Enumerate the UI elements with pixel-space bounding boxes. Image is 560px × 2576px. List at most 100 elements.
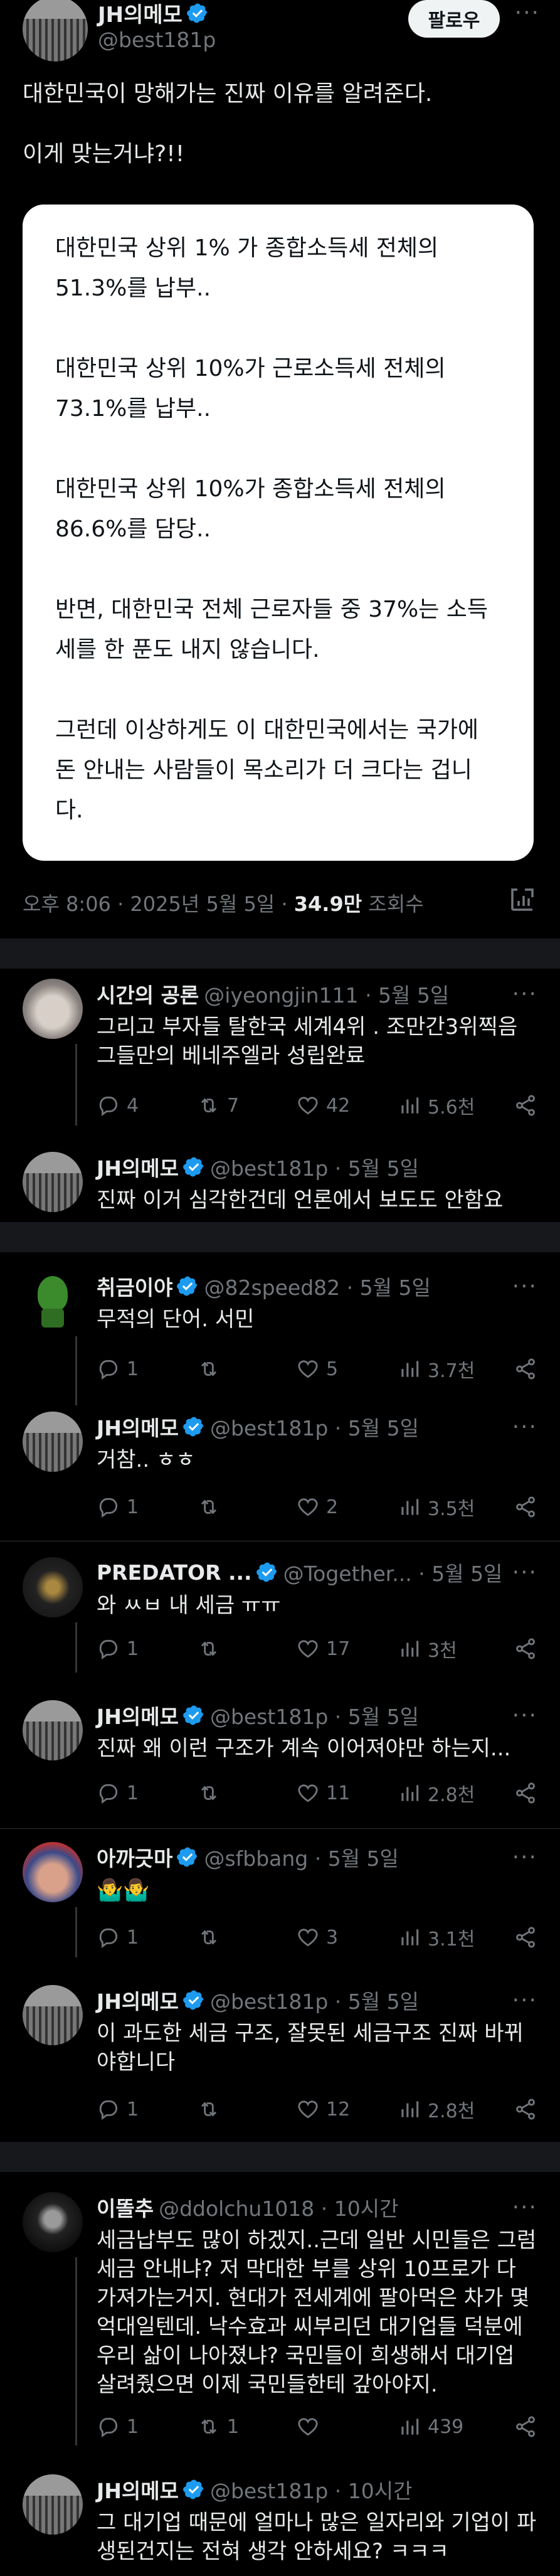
author-name[interactable]: JH의메모: [98, 0, 182, 28]
share-button[interactable]: [514, 1637, 537, 1661]
reply-item[interactable]: JH의메모 @best181p · 5월 5일 ··· 진짜 왜 이런 구조가 …: [23, 1700, 537, 1826]
reply-item[interactable]: JH의메모 @best181p · 5월 5일 ··· 이 과도한 세금 구조,…: [23, 1985, 537, 2136]
reply-author-name[interactable]: 이똘추: [97, 2192, 154, 2222]
more-dots-icon[interactable]: ···: [512, 1988, 537, 2013]
reply-body: JH의메모 @best181p · 10시간 그 대기업 때문에 얼마나 많은 …: [97, 2474, 537, 2566]
reply-author-name[interactable]: 취금이야: [97, 1271, 172, 1301]
share-button[interactable]: [514, 1357, 537, 1381]
heart-icon: [298, 1097, 318, 1115]
avatar[interactable]: [23, 2474, 83, 2535]
reply-body: JH의메모 @best181p · 5월 5일 진짜 이거 심각한건데 언론에서…: [97, 1152, 537, 1215]
avatar[interactable]: [23, 1985, 83, 2045]
avatar[interactable]: [23, 0, 88, 61]
share-button[interactable]: [514, 1925, 537, 1949]
main-post-header: JH의메모 @best181p 팔로우 ···: [23, 0, 540, 61]
reply-item[interactable]: JH의메모 @best181p · 10시간 그 대기업 때문에 얼마나 많은 …: [23, 2474, 537, 2575]
reply-author-name[interactable]: JH의메모: [97, 1700, 179, 1730]
avatar[interactable]: [23, 1842, 83, 1902]
quote-card: 대한민국 상위 1% 가 종합소득세 전체의 51.3%를 납부.. 대한민국 …: [23, 205, 534, 861]
reply-author-name[interactable]: 아까긋마: [97, 1842, 172, 1872]
reply-author-name[interactable]: 시간의 공론: [97, 979, 199, 1009]
retweet-button[interactable]: [197, 1925, 221, 1949]
retweet-button[interactable]: [197, 2097, 221, 2121]
like-button[interactable]: 42: [296, 1094, 350, 1117]
share-button[interactable]: [514, 2415, 537, 2439]
like-button[interactable]: 2: [296, 1495, 338, 1519]
reply-item[interactable]: 취금이야 @82speed82 · 5월 5일 ··· 무적의 단어. 서민 1…: [23, 1271, 537, 1405]
reply-item[interactable]: 이똘추 @ddolchu1018 · 10시간 ··· 세금납부도 많이 하겠지…: [23, 2192, 537, 2456]
retweet-button[interactable]: 7: [197, 1094, 239, 1117]
views-button[interactable]: 5.6천: [398, 1092, 475, 1119]
retweet-button[interactable]: [197, 1637, 221, 1661]
reply-button[interactable]: 4: [97, 1094, 139, 1117]
reply-button[interactable]: 1: [97, 1495, 139, 1519]
views-button[interactable]: 3.5천: [398, 1493, 475, 1521]
retweet-button[interactable]: [197, 1357, 221, 1381]
card-paragraph: 그런데 이상하게도 이 대한민국에서는 국가에 돈 안내는 사람들이 목소리가 …: [55, 717, 479, 823]
avatar[interactable]: [23, 1412, 83, 1472]
reply-count: 1: [127, 1637, 139, 1660]
reply-bubble-icon: [99, 2100, 118, 2121]
reply-item[interactable]: JH의메모 @best181p · 5월 5일 ··· 거참.. ㅎㅎ 1 2 …: [23, 1412, 537, 1537]
retweet-button[interactable]: [197, 1495, 221, 1519]
reply-button[interactable]: 1: [97, 1357, 139, 1381]
views-button[interactable]: 2.8천: [398, 1779, 475, 1807]
view-count: 3.1천: [428, 1929, 475, 1951]
reply-item[interactable]: 시간의 공론 @iyeongjin111 · 5월 5일 ··· 그리고 부자들…: [23, 979, 537, 1129]
reply-author-name[interactable]: JH의메모: [97, 2474, 179, 2504]
verified-badge-icon: [183, 1990, 204, 2010]
reply-button[interactable]: 1: [97, 1637, 139, 1661]
like-button[interactable]: 5: [296, 1357, 338, 1381]
share-button[interactable]: [514, 2097, 537, 2121]
reply-button[interactable]: 1: [97, 1781, 139, 1805]
reply-button[interactable]: 1: [97, 2415, 139, 2439]
reply-author-name[interactable]: JH의메모: [97, 1985, 179, 2015]
views-button[interactable]: 2.8천: [398, 2095, 475, 2123]
avatar[interactable]: [23, 1152, 83, 1212]
reply-body: JH의메모 @best181p · 5월 5일 ··· 진짜 왜 이런 구조가 …: [97, 1700, 537, 1763]
share-button[interactable]: [514, 1094, 537, 1117]
analytics-icon[interactable]: [507, 885, 537, 915]
more-dots-icon[interactable]: ···: [512, 1414, 537, 1440]
like-button[interactable]: [296, 2415, 320, 2439]
avatar[interactable]: [23, 1557, 83, 1617]
reply-text: 진짜 왜 이런 구조가 계속 이어져야만 하는지...: [97, 1736, 511, 1761]
like-button[interactable]: 12: [296, 2097, 350, 2121]
reply-author-name[interactable]: PREDATOR ...: [97, 1560, 252, 1585]
reply-author-name[interactable]: JH의메모: [97, 1412, 179, 1442]
retweet-icon: [201, 1930, 217, 1945]
retweet-icon: [201, 1361, 217, 1376]
more-dots-icon[interactable]: ···: [512, 1560, 537, 1585]
more-dots-icon[interactable]: ···: [515, 0, 540, 26]
views-button[interactable]: 3.1천: [398, 1924, 475, 1951]
like-button[interactable]: 11: [296, 1781, 350, 1805]
like-button[interactable]: 17: [296, 1637, 350, 1661]
reply-actions: 1 2 3.5천: [97, 1493, 537, 1521]
avatar[interactable]: [23, 2192, 83, 2252]
reply-author-name[interactable]: JH의메모: [97, 1152, 179, 1182]
avatar[interactable]: [23, 1700, 83, 1760]
post-time[interactable]: 오후 8:06 · 2025년 5월 5일 ·: [23, 892, 294, 916]
views-button[interactable]: 3.7천: [398, 1355, 475, 1383]
more-dots-icon[interactable]: ···: [512, 981, 537, 1007]
retweet-button[interactable]: [197, 1781, 221, 1805]
more-dots-icon[interactable]: ···: [512, 1844, 537, 1870]
follow-button[interactable]: 팔로우: [408, 0, 500, 38]
avatar[interactable]: [23, 1271, 83, 1331]
reply-button[interactable]: 1: [97, 2097, 139, 2121]
reply-item[interactable]: PREDATOR ... @Together... · 5월 5일 ··· 와 …: [23, 1557, 537, 1683]
like-button[interactable]: 3: [296, 1925, 338, 1949]
share-button[interactable]: [514, 1781, 537, 1805]
share-button[interactable]: [514, 1495, 537, 1519]
views-button[interactable]: 3천: [398, 1635, 457, 1663]
reply-item[interactable]: JH의메모 @best181p · 5월 5일 진짜 이거 심각한건데 언론에서…: [23, 1152, 537, 1227]
retweet-button[interactable]: 1: [197, 2415, 239, 2439]
view-label: 조회수: [362, 892, 424, 916]
more-dots-icon[interactable]: ···: [512, 2195, 537, 2220]
reply-item[interactable]: 아까긋마 @sfbbang · 5월 5일 ··· 🤷‍♂️🤷‍♂️ 1 3 3…: [23, 1842, 537, 1967]
more-dots-icon[interactable]: ···: [512, 1274, 537, 1299]
avatar[interactable]: [23, 979, 83, 1039]
reply-button[interactable]: 1: [97, 1925, 139, 1949]
more-dots-icon[interactable]: ···: [512, 1703, 537, 1728]
views-button[interactable]: 439: [398, 2415, 463, 2439]
